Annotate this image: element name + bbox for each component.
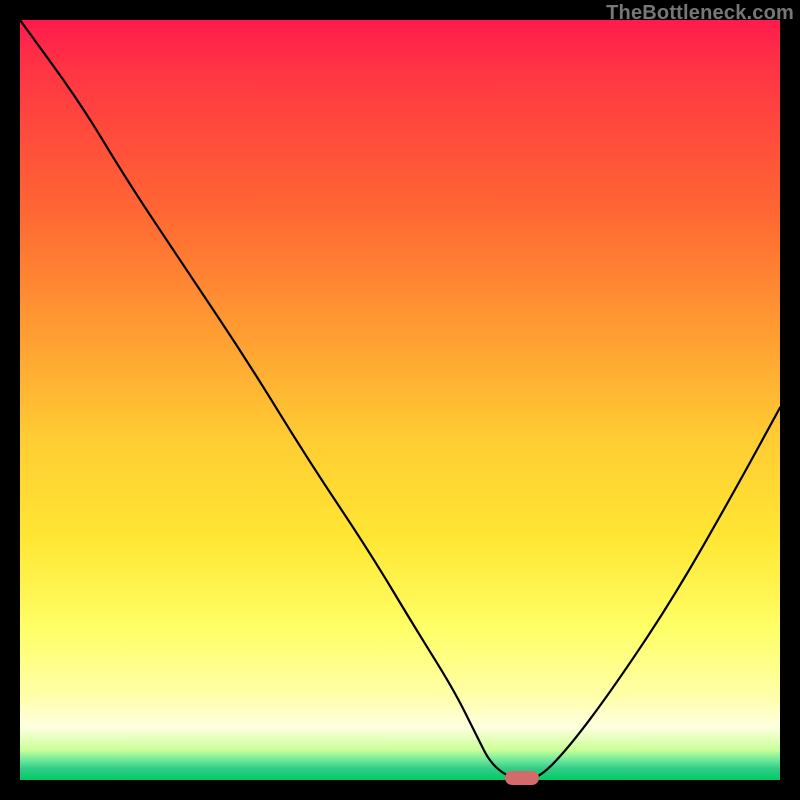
bottleneck-curve: [20, 20, 780, 780]
chart-container: TheBottleneck.com: [0, 0, 800, 800]
plot-area: [20, 20, 780, 780]
curve-svg: [20, 20, 780, 780]
optimal-marker: [505, 771, 539, 785]
